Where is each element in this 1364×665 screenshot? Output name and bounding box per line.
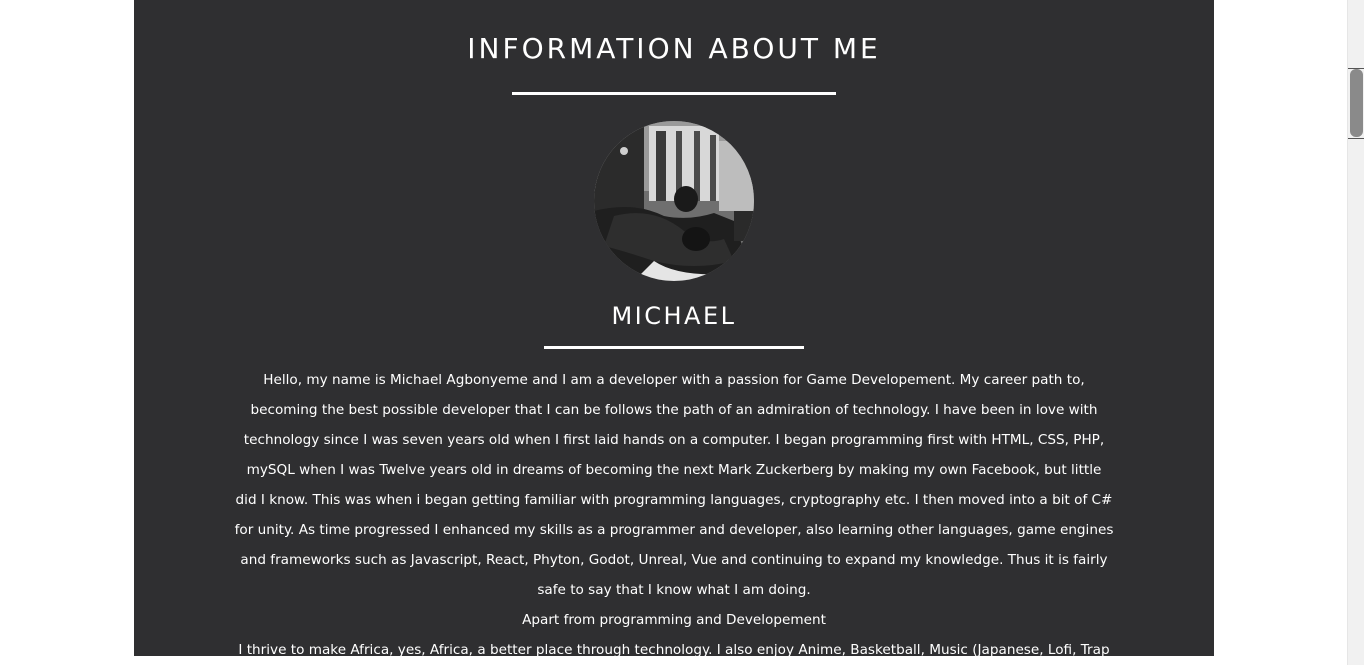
vertical-scrollbar[interactable] — [1347, 0, 1364, 665]
bio-text: Hello, my name is Michael Agbonyeme and … — [234, 365, 1114, 665]
profile-photo-image — [594, 121, 754, 281]
title-divider — [512, 92, 836, 95]
name-heading: MICHAEL — [611, 302, 737, 330]
name-divider — [544, 346, 804, 349]
about-section: INFORMATION ABOUT ME MICHAEL Hello, my n… — [134, 0, 1214, 658]
scrollbar-bottom-line — [1348, 138, 1364, 139]
profile-photo — [594, 121, 754, 281]
bio-line-hobbies-intro: Apart from programming and Developement — [522, 612, 826, 628]
bio-paragraph: Hello, my name is Michael Agbonyeme and … — [234, 372, 1114, 598]
scrollbar-thumb[interactable] — [1350, 69, 1363, 137]
section-title: INFORMATION ABOUT ME — [467, 32, 881, 65]
bio-line-hobbies: I thrive to make Africa, yes, Africa, a … — [238, 642, 1110, 658]
page: INFORMATION ABOUT ME MICHAEL Hello, my n… — [0, 0, 1364, 665]
